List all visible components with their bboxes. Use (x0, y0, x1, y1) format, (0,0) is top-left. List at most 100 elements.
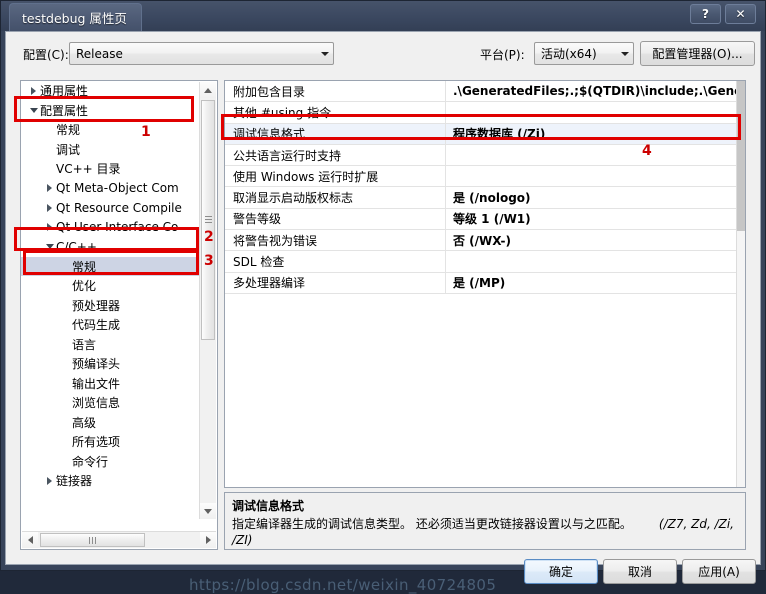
tree-item-7[interactable]: Qt User Interface Co (21, 218, 201, 238)
property-row[interactable]: 附加包含目录 .\GeneratedFiles;.;$(QTDIR)\includ… (225, 81, 745, 103)
tree-item-11[interactable]: 预处理器 (21, 296, 201, 316)
property-value[interactable]: .\GeneratedFiles;.;$(QTDIR)\include;.\Ge… (445, 81, 745, 102)
tree-item-label: 通用属性 (40, 84, 89, 99)
scroll-down-icon[interactable] (200, 503, 216, 519)
property-value[interactable] (445, 102, 745, 123)
chevron-down-icon (316, 43, 333, 64)
chevron-right-icon[interactable] (43, 203, 56, 212)
tree-hscroll-thumb[interactable] (40, 533, 145, 547)
chevron-right-icon (47, 184, 52, 193)
tree-item-label: 语言 (72, 337, 97, 352)
dialog-window: testdebug 属性页 ? ✕ 配置(C): Release 平台(P): … (0, 0, 766, 594)
tree-item-label: 代码生成 (72, 318, 121, 333)
tree-item-label: 常规 (72, 259, 97, 274)
description-flags-line2: /ZI) (232, 533, 253, 547)
property-row[interactable]: 取消显示启动版权标志 是 (/nologo) (225, 187, 745, 209)
property-row[interactable]: SDL 检查 (225, 251, 745, 273)
config-dropdown[interactable]: Release (69, 42, 334, 65)
property-grid[interactable]: 附加包含目录 .\GeneratedFiles;.;$(QTDIR)\includ… (224, 80, 746, 488)
tree-item-label: 命令行 (72, 454, 109, 469)
scroll-right-icon[interactable] (200, 532, 216, 548)
tree-item-5[interactable]: Qt Meta-Object Com (21, 179, 201, 199)
property-row[interactable]: 将警告视为错误 否 (/WX-) (225, 230, 745, 252)
tree-item-4[interactable]: VC++ 目录 (21, 159, 201, 179)
chevron-down-icon[interactable] (43, 244, 56, 250)
chevron-right-icon[interactable] (43, 476, 56, 485)
property-value[interactable] (445, 166, 745, 187)
property-row[interactable]: 调试信息格式 程序数据库 (/Zi) (225, 123, 745, 145)
property-name: 附加包含目录 (233, 84, 306, 99)
property-value[interactable]: 等级 1 (/W1) (445, 208, 745, 230)
scroll-up-icon[interactable] (200, 82, 216, 98)
property-row[interactable]: 警告等级 等级 1 (/W1) (225, 208, 745, 231)
platform-dropdown[interactable]: 活动(x64) (534, 42, 634, 65)
property-value[interactable] (445, 144, 745, 166)
chevron-down-icon[interactable] (27, 107, 40, 113)
config-label: 配置(C): (23, 48, 69, 62)
platform-label: 平台(P): (480, 48, 525, 62)
tree-item-0[interactable]: 通用属性 (21, 81, 201, 101)
tree-vertical-scrollbar[interactable] (199, 82, 216, 519)
chevron-right-icon[interactable] (27, 86, 40, 95)
property-tree-panel[interactable]: 通用属性 配置属性 常规 调试 VC++ 目录 Qt Meta-Object Com Qt … (20, 80, 218, 550)
tree-item-1[interactable]: 配置属性 (21, 101, 201, 121)
chevron-right-icon (31, 86, 36, 95)
ok-button[interactable]: 确定 (524, 559, 598, 584)
property-name: 公共语言运行时支持 (233, 148, 342, 163)
tree-vscroll-thumb[interactable] (201, 100, 215, 340)
property-name: SDL 检查 (233, 255, 285, 270)
tree-item-20[interactable]: 链接器 (21, 471, 201, 491)
property-name: 其他 #using 指令 (233, 105, 332, 120)
tree-item-2[interactable]: 常规 (21, 120, 201, 140)
window-title: testdebug 属性页 (22, 11, 127, 26)
tree-item-label: 预处理器 (72, 298, 121, 313)
cancel-button[interactable]: 取消 (603, 559, 677, 584)
tree-item-9[interactable]: 常规 (21, 256, 201, 276)
tree-item-10[interactable]: 优化 (21, 276, 201, 296)
tree-item-13[interactable]: 语言 (21, 335, 201, 355)
property-row[interactable]: 使用 Windows 运行时扩展 (225, 166, 745, 188)
chevron-right-icon[interactable] (43, 184, 56, 193)
tree-item-label: 优化 (72, 279, 97, 294)
property-name: 多处理器编译 (233, 276, 306, 291)
property-value[interactable]: 是 (/MP) (445, 272, 745, 293)
tree-item-14[interactable]: 预编译头 (21, 354, 201, 374)
description-panel: 调试信息格式 指定编译器生成的调试信息类型。 还必须适当更改链接器设置以与之匹配… (224, 492, 746, 550)
tree-item-18[interactable]: 所有选项 (21, 432, 201, 452)
property-value[interactable] (445, 251, 745, 272)
property-row[interactable]: 公共语言运行时支持 (225, 144, 745, 167)
help-button[interactable]: ? (690, 4, 721, 24)
tree-item-label: 常规 (56, 123, 81, 138)
chevron-right-icon[interactable] (43, 223, 56, 232)
tree-item-label: 配置属性 (40, 103, 89, 118)
configuration-bar: 配置(C): Release 平台(P): 活动(x64) 配置管理器(O)..… (6, 32, 760, 78)
tree-item-17[interactable]: 高级 (21, 413, 201, 433)
property-row[interactable]: 其他 #using 指令 (225, 102, 745, 124)
scroll-left-icon[interactable] (22, 532, 38, 548)
property-value[interactable]: 否 (/WX-) (445, 230, 745, 251)
property-value[interactable]: 程序数据库 (/Zi) (445, 123, 745, 144)
property-value[interactable]: 是 (/nologo) (445, 187, 745, 208)
description-body: 指定编译器生成的调试信息类型。 还必须适当更改链接器设置以与之匹配。 (/Z7,… (232, 516, 738, 548)
tree-item-6[interactable]: Qt Resource Compile (21, 198, 201, 218)
tree-item-16[interactable]: 浏览信息 (21, 393, 201, 413)
close-button[interactable]: ✕ (725, 4, 756, 24)
chevron-right-icon (47, 203, 52, 212)
property-name: 警告等级 (233, 212, 282, 227)
tree-item-3[interactable]: 调试 (21, 140, 201, 160)
tree-item-8[interactable]: C/C++ (21, 237, 201, 257)
chevron-right-icon (47, 223, 52, 232)
property-grid-scrollbar[interactable] (736, 81, 745, 487)
grip-icon (88, 537, 97, 544)
chevron-down-icon (45, 244, 54, 250)
property-row[interactable]: 多处理器编译 是 (/MP) (225, 272, 745, 294)
tree-item-12[interactable]: 代码生成 (21, 315, 201, 335)
configuration-manager-button[interactable]: 配置管理器(O)... (640, 41, 755, 66)
tree-item-label: 浏览信息 (72, 396, 121, 411)
tree-item-15[interactable]: 输出文件 (21, 374, 201, 394)
property-grid-scroll-thumb[interactable] (737, 81, 745, 231)
dialog-client-area: 配置(C): Release 平台(P): 活动(x64) 配置管理器(O)..… (5, 31, 761, 594)
tree-horizontal-scrollbar[interactable] (22, 531, 216, 548)
tree-item-19[interactable]: 命令行 (21, 452, 201, 472)
apply-button[interactable]: 应用(A) (682, 559, 756, 584)
